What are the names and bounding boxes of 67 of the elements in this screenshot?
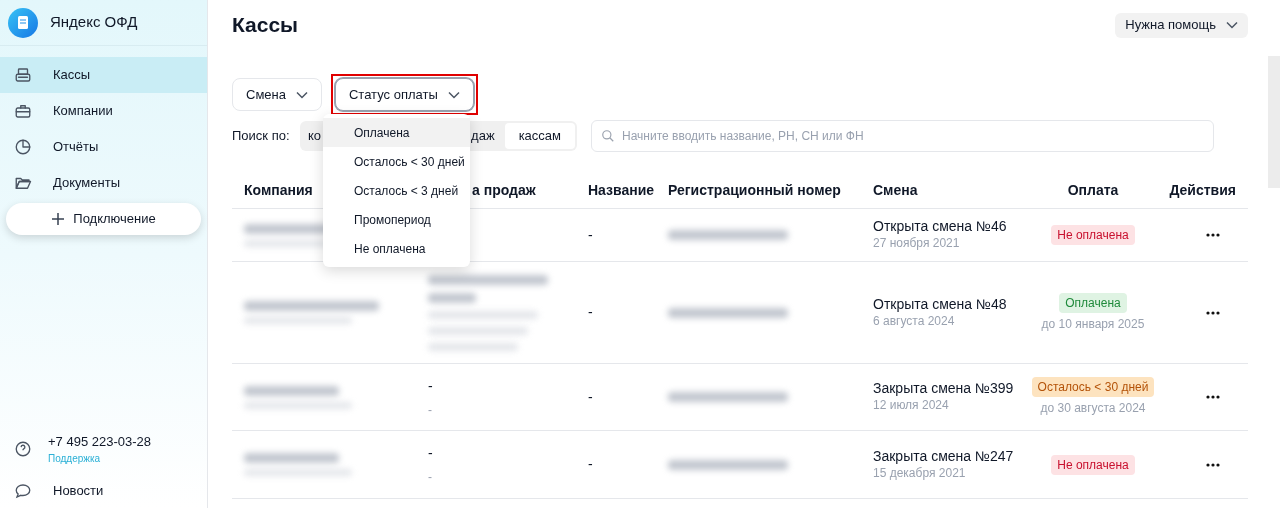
- chat-bubble-icon: [14, 482, 32, 500]
- help-dropdown-button[interactable]: Нужна помощь: [1115, 12, 1248, 38]
- payment-status-badge: Оплачена: [1059, 292, 1127, 313]
- chevron-down-icon: [447, 90, 460, 99]
- briefcase-icon: [14, 102, 32, 120]
- filter-dropdown-button[interactable]: Статус оплаты: [334, 78, 474, 111]
- search-field[interactable]: Начните вводить название, РН, СН или ФН: [591, 120, 1214, 152]
- nav-item[interactable]: Компании: [0, 93, 207, 129]
- payment-until: до 30 августа 2024: [1040, 400, 1146, 417]
- shift-date: 27 ноября 2021: [873, 235, 961, 252]
- payment-status-badge: Не оплачена: [1051, 454, 1135, 475]
- payment-status-badge: Осталось < 30 дней: [1031, 377, 1155, 397]
- connect-button[interactable]: Подключение: [6, 203, 201, 235]
- brand-name: Яндекс ОФД: [50, 12, 138, 33]
- nav-item[interactable]: Документы: [0, 165, 207, 201]
- scope-tab[interactable]: кассам: [504, 123, 575, 149]
- scope-tab[interactable]: даж: [471, 123, 505, 149]
- shift-status: Открыта смена №48: [873, 295, 1008, 312]
- column-header: Смена: [873, 181, 918, 200]
- menu-item[interactable]: Не оплачена: [323, 234, 470, 263]
- column-header: а продаж: [472, 181, 536, 200]
- nav-item[interactable]: Отчёты: [0, 129, 207, 165]
- table-cell-text: -: [588, 225, 594, 245]
- table-cell-text: -: [588, 387, 594, 407]
- news-item[interactable]: Новости: [0, 476, 207, 506]
- filter-dropdown-button[interactable]: Смена: [232, 78, 322, 111]
- more-icon[interactable]: [1206, 462, 1220, 467]
- page-title: Кассы: [232, 12, 299, 39]
- support-phone: +7 495 223-03-28: [48, 432, 151, 451]
- cash-register-icon: [14, 66, 32, 84]
- search-by-label: Поиск по:: [232, 127, 291, 146]
- payment-status-badge: Не оплачена: [1051, 225, 1135, 245]
- chevron-down-icon: [295, 90, 308, 99]
- menu-item[interactable]: Осталось < 30 дней: [323, 147, 470, 176]
- sale-point-value: -: [428, 444, 434, 463]
- column-header: Оплата: [1067, 181, 1119, 200]
- shift-date: 15 декабря 2021: [873, 464, 967, 482]
- menu-item[interactable]: Оплачена: [323, 118, 470, 147]
- more-icon[interactable]: [1206, 233, 1220, 237]
- plus-icon: [51, 212, 66, 226]
- receipt-logo-icon: [8, 7, 38, 38]
- more-icon[interactable]: [1206, 395, 1220, 399]
- pie-chart-icon: [14, 138, 32, 156]
- shift-status: Закрыта смена №399: [873, 380, 1015, 396]
- scope-tab[interactable]: ко: [302, 123, 322, 149]
- menu-item[interactable]: Осталось < 3 дней: [323, 176, 470, 205]
- column-header: Компания: [244, 181, 313, 200]
- shift-date: 6 августа 2024: [873, 312, 956, 330]
- help-icon: [14, 439, 32, 458]
- sale-point-value: -: [428, 376, 434, 396]
- shift-date: 12 июля 2024: [873, 397, 950, 414]
- blurred-text: [428, 292, 476, 303]
- shift-status: Открыта смена №46: [873, 218, 1008, 234]
- menu-item[interactable]: Промопериод: [323, 205, 470, 234]
- more-icon[interactable]: [1206, 310, 1220, 315]
- column-header: Название: [588, 181, 655, 200]
- sale-point-address: -: [428, 469, 433, 486]
- nav-item[interactable]: Кассы: [0, 57, 207, 93]
- chevron-down-icon: [1226, 21, 1238, 29]
- table-cell-text: -: [588, 303, 594, 322]
- column-header: Действия: [1169, 181, 1236, 200]
- column-header: Регистрационный номер: [668, 181, 841, 200]
- table-cell-text: -: [588, 455, 594, 474]
- payment-until: до 10 января 2025: [1041, 315, 1145, 333]
- search-icon: [601, 129, 615, 143]
- shift-status: Закрыта смена №247: [873, 447, 1015, 464]
- sale-point-address: -: [428, 401, 433, 419]
